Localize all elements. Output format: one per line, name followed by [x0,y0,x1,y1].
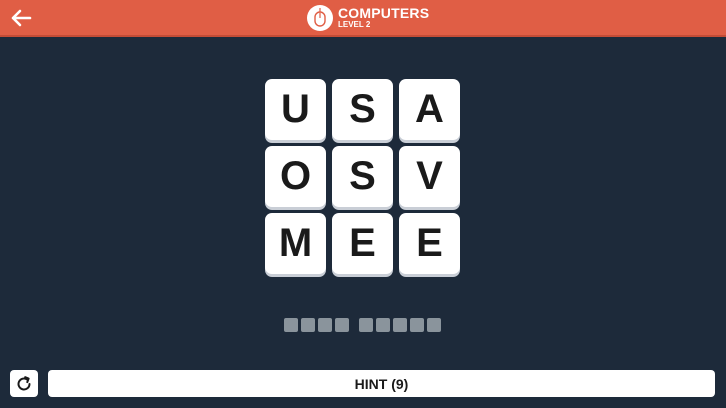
category-title: COMPUTERS [338,5,430,21]
computer-mouse-icon [307,5,333,31]
answer-slot[interactable] [427,318,441,332]
answer-slot[interactable] [335,318,349,332]
letter-tile[interactable]: S [332,79,393,140]
level-title: COMPUTERS LEVEL 2 [338,6,429,29]
letter-tile[interactable]: O [265,146,326,207]
answer-slot[interactable] [359,318,373,332]
letter-tile[interactable]: E [332,213,393,274]
answer-slot[interactable] [284,318,298,332]
answer-slot[interactable] [376,318,390,332]
letter-grid: U S A O S V M E E [265,79,461,274]
letter-tile[interactable]: E [399,213,460,274]
hint-button[interactable]: HINT (9) [48,370,715,397]
letter-tile[interactable]: U [265,79,326,140]
answer-slot[interactable] [393,318,407,332]
letter-tile[interactable]: A [399,79,460,140]
letter-tile[interactable]: M [265,213,326,274]
arrow-left-icon [11,9,32,27]
level-label: LEVEL 2 [338,20,371,29]
refresh-button[interactable] [10,370,38,397]
answer-slot[interactable] [410,318,424,332]
letter-tile[interactable]: V [399,146,460,207]
back-button[interactable] [6,4,36,32]
word-gap [352,318,359,332]
refresh-icon [17,375,31,390]
answer-slot[interactable] [318,318,332,332]
answer-slot[interactable] [301,318,315,332]
top-bar: COMPUTERS LEVEL 2 [0,0,726,37]
letter-tile[interactable]: S [332,146,393,207]
answer-slots [284,318,444,332]
